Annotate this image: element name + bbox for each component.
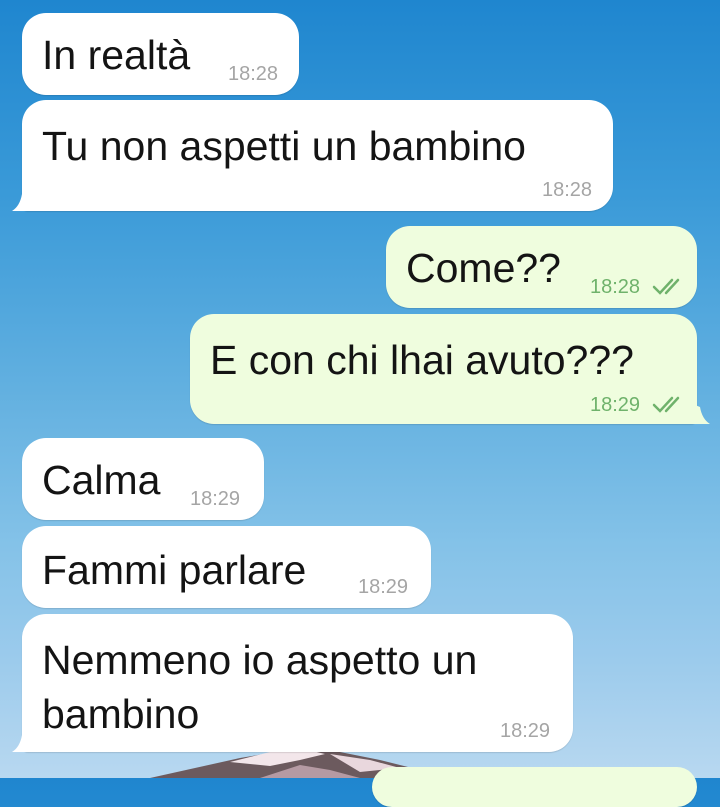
message-bubble-incoming[interactable]: Calma 18:29 <box>22 438 264 520</box>
message-bubble-incoming[interactable]: Nemmeno io aspetto un bambino 18:29 <box>22 614 573 752</box>
message-bubble-outgoing[interactable]: E con chi lhai avuto??? 18:29 <box>190 314 697 424</box>
message-text-line: bambino <box>42 691 200 737</box>
message-text: Calma <box>42 457 161 503</box>
message-time: 18:29 <box>500 720 551 742</box>
message-bubble-outgoing-partial[interactable] <box>372 767 697 807</box>
message-text-line: Nemmeno io aspetto un <box>42 637 478 683</box>
message-time: 18:29 <box>190 488 241 510</box>
message-text: Fammi parlare <box>42 547 307 593</box>
message-text: E con chi lhai avuto??? <box>210 337 634 383</box>
bubble-tail <box>12 731 32 752</box>
message-time: 18:29 <box>358 576 409 598</box>
bubble-tail <box>690 403 710 424</box>
message-time: 18:28 <box>590 276 641 298</box>
message-bubble-incoming[interactable]: Tu non aspetti un bambino 18:28 <box>22 100 613 211</box>
message-text: Tu non aspetti un bambino <box>42 123 526 169</box>
bubble-tail <box>12 190 32 211</box>
message-text: In realtà <box>42 32 191 78</box>
message-bubble-outgoing[interactable]: Come?? 18:28 <box>386 226 697 308</box>
message-time: 18:28 <box>542 179 593 201</box>
message-text: Come?? <box>406 245 561 291</box>
double-check-icon <box>652 396 680 413</box>
message-bubble-incoming[interactable]: Fammi parlare 18:29 <box>22 526 431 608</box>
message-time: 18:28 <box>228 63 279 85</box>
message-time: 18:29 <box>590 394 641 416</box>
message-bubble-incoming[interactable]: In realtà 18:28 <box>22 13 299 95</box>
double-check-icon <box>652 278 680 295</box>
chat-area[interactable]: In realtà 18:28 Tu non aspetti un bambin… <box>0 0 720 807</box>
